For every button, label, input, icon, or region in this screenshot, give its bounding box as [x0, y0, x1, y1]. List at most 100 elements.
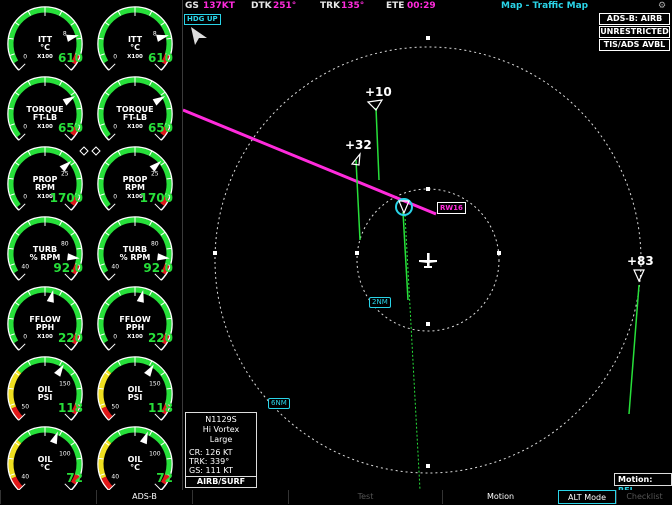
page-title: Map - Traffic Map: [501, 1, 589, 11]
info-cr-value: 126 KT: [205, 448, 233, 457]
gauge-tick-label: 25: [61, 170, 69, 177]
motion-label: Motion:: [618, 475, 653, 484]
fflow-gauge: 0FFLOWPPHX100 220: [97, 286, 173, 351]
target-trend-vector: [375, 107, 380, 181]
softkey-alt-mode[interactable]: ALT Mode: [558, 490, 616, 504]
gauge-tick-label: 50: [111, 404, 119, 411]
traffic-info-box: N1129S Hi Vortex Large CR: 126 KT TRK: 3…: [185, 412, 257, 488]
gauge-tick-label: 0: [23, 334, 27, 341]
range-label-outer: 6NM: [268, 398, 290, 409]
itt-gauge: 08ITT°CX100 610: [7, 6, 83, 71]
engine-gauges-panel: 0 8 ITT °C X100 610 0 8 ITT °C X100 610 0 TORQUE FT-LB…: [0, 0, 182, 490]
adsb-status-line: ADS-B: AIRB: [599, 13, 670, 25]
gauge-pointer: [144, 364, 154, 377]
gauge-label: PPH: [36, 323, 54, 332]
gauge-value: 220: [58, 331, 83, 345]
gauge-tick-label: 80: [61, 240, 69, 247]
info-size: Large: [209, 435, 233, 444]
gauge-tick-label: 50: [21, 404, 29, 411]
ownship-track: [404, 214, 421, 490]
gear-icon[interactable]: ⚙: [658, 0, 666, 13]
oilpsi-gauge: 50150OILPSI118: [7, 356, 83, 421]
gauge-tick-label: 80: [151, 240, 159, 247]
info-wake: Hi Vortex: [202, 425, 240, 434]
gauge-pointer: [152, 96, 166, 106]
gauge-label: PSI: [38, 393, 53, 402]
softkey-motion[interactable]: Motion: [442, 490, 558, 504]
gauge-label: °C: [40, 43, 50, 52]
gauge-value: 72: [156, 471, 173, 485]
traffic-target-icon[interactable]: [366, 99, 384, 111]
target-altitude: +10: [365, 85, 392, 99]
info-gs-value: 111 KT: [205, 466, 233, 475]
gauge-tick-label: 0: [113, 194, 117, 201]
softkey-test[interactable]: Test: [288, 490, 442, 504]
target-altitude: +32: [345, 138, 372, 152]
range-label-inner: 2NM: [369, 297, 391, 308]
sync-indicator-icon: [79, 146, 101, 156]
gauge-label: X100: [37, 334, 53, 340]
runway-label: RW16: [437, 202, 466, 214]
gauge-label: FT-LB: [123, 113, 147, 122]
oilc-gauge: 40100OIL°C72: [7, 426, 83, 490]
traffic-target-icon[interactable]: [633, 269, 645, 283]
gauge-tick-label: 100: [59, 450, 71, 457]
gauge-value: 220: [148, 331, 173, 345]
target-trend-vector: [355, 159, 361, 241]
gauge-tick-label: 40: [21, 264, 29, 271]
trk-value: 135°: [341, 1, 365, 11]
info-callsign: N1129S: [205, 415, 237, 424]
gauge-value: 650: [148, 121, 173, 135]
gauge-tick-label: 40: [111, 474, 119, 481]
softkey-checklist[interactable]: Checklist: [616, 490, 672, 504]
gauge-label: °C: [40, 463, 50, 472]
adsb-status-line: TIS/ADS AVBL: [599, 39, 670, 51]
north-pointer-icon: [191, 27, 207, 45]
dtk-label: DTK: [251, 1, 272, 11]
gauge-label: X100: [127, 54, 143, 60]
gs-label: GS: [185, 1, 199, 11]
softkey-3[interactable]: [192, 490, 288, 504]
gauge-tick-label: 0: [23, 54, 27, 61]
gauge-tick-label: 0: [113, 334, 117, 341]
gauge-value: 118: [58, 401, 83, 415]
gauge-label: °C: [130, 43, 140, 52]
gauge-tick-label: 100: [149, 450, 161, 457]
gauge-pointer: [54, 364, 64, 377]
gauge-label: °C: [130, 463, 140, 472]
torque-gauge: 0TORQUEFT-LBX100 650: [97, 76, 173, 141]
info-trk-label: TRK:: [189, 457, 208, 466]
ring-tick-marks: [213, 36, 501, 468]
gauge-tick-label: 150: [149, 380, 161, 387]
gauge-value: 610: [148, 51, 173, 65]
gauge-label: X100: [37, 54, 53, 60]
softkey-1[interactable]: [0, 490, 96, 504]
course-line: [183, 108, 437, 216]
gauge-label: X100: [127, 334, 143, 340]
gauge-tick-label: 25: [151, 170, 159, 177]
gauge-tick-label: 150: [59, 380, 71, 387]
orientation-badge[interactable]: HDG UP: [184, 14, 221, 25]
gauge-value: 72: [66, 471, 83, 485]
trk-label: TRK: [320, 1, 341, 11]
gauge-tick-label: 8: [63, 30, 67, 37]
softkey-bar: ADS-B Test Motion ALT Mode Checklist: [0, 490, 672, 504]
gs-value: 137KT: [203, 1, 235, 11]
top-data-bar: GS 137KT DTK 251° TRK 135° ETE 00:29 Map…: [183, 0, 672, 13]
softkey-adsb[interactable]: ADS-B: [96, 490, 192, 504]
gauge-value: 610: [58, 51, 83, 65]
adsb-status-box: ADS-B: AIRB UNRESTRICTED TIS/ADS AVBL: [599, 13, 670, 52]
prop-gauge: 025PROPRPMX1001700: [97, 146, 173, 211]
gauge-value: 1700: [140, 191, 173, 205]
motion-status: Motion: REL: [614, 473, 672, 495]
gauge-value: 650: [58, 121, 83, 135]
mfd-screen: 0 8 ITT °C X100 610 0 8 ITT °C X100 610 0 TORQUE FT-LB…: [0, 0, 672, 504]
oilc-gauge: 40100OIL°C72: [97, 426, 173, 490]
ete-value: 00:29: [407, 1, 436, 11]
turb-gauge: 4080TURB% RPM92.0: [7, 216, 83, 281]
info-cr-label: CR:: [189, 448, 203, 457]
gauge-tick-label: 8: [153, 30, 157, 37]
dtk-value: 251°: [273, 1, 297, 11]
gauge-label: X100: [37, 124, 53, 130]
fflow-gauge: 0FFLOWPPHX100 220: [7, 286, 83, 351]
